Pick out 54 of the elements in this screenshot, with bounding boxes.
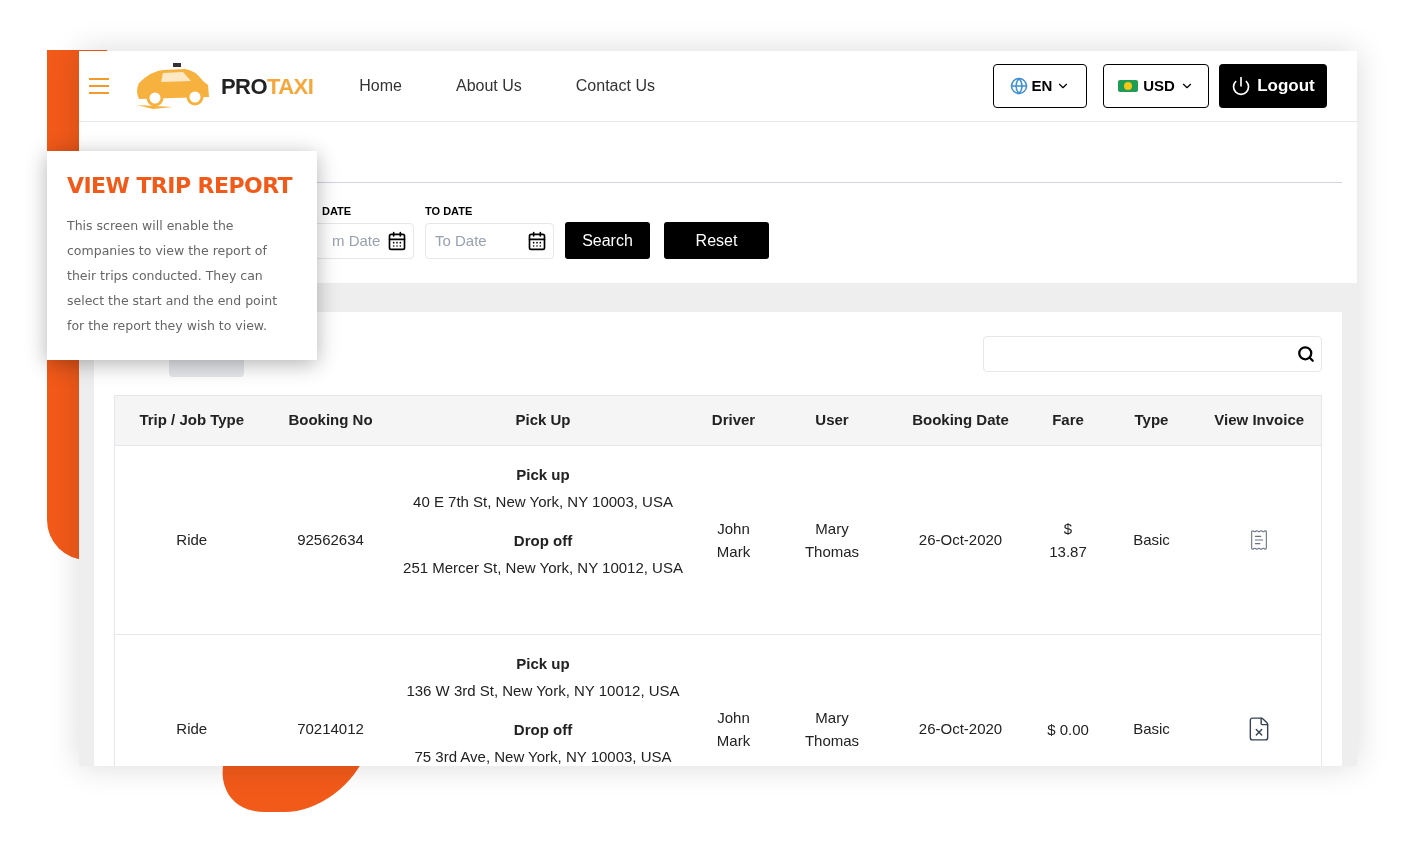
table-cell: 26-Oct-2020 xyxy=(918,530,1003,548)
dropoff-label: Drop off xyxy=(512,531,574,551)
menu-icon[interactable] xyxy=(89,78,109,94)
callout-text: This screen will enable the companies to view the report of their trips conducted. They can select the start and the end point for the report they wish to view. xyxy=(67,217,279,335)
field-label: DATE xyxy=(321,204,353,219)
field-label: TO DATE xyxy=(425,204,474,219)
logout-button[interactable]: Logout xyxy=(1219,64,1327,108)
table-cell: Mary Thomas xyxy=(804,520,860,560)
column-header: Type xyxy=(1134,411,1169,429)
table-cell: Basic xyxy=(1133,530,1170,548)
brand-logo[interactable]: PROTAXI xyxy=(221,69,314,103)
table-cell: Mary Thomas xyxy=(804,709,860,749)
address-text: 40 E 7th St, New York, NY 10003, USA xyxy=(412,492,674,512)
pickup-label: Pick up xyxy=(515,654,571,674)
dropoff-label: Drop off xyxy=(512,720,574,740)
column-header: Fare xyxy=(1052,411,1084,429)
column-header: Pick Up xyxy=(515,411,571,429)
table-cell: 26-Oct-2020 xyxy=(918,719,1003,737)
table-cell: Ride xyxy=(176,530,208,548)
table-cell: John Mark xyxy=(716,520,751,560)
search-button[interactable]: Search xyxy=(565,222,650,259)
search-icon xyxy=(1297,345,1315,363)
table-cell: Ride xyxy=(176,719,208,737)
language-dropdown[interactable]: EN xyxy=(993,64,1087,108)
table-search-field[interactable] xyxy=(983,336,1322,372)
power-icon xyxy=(1231,76,1252,96)
nav-link[interactable]: Contact Us xyxy=(575,74,655,98)
column-header: View Invoice xyxy=(1214,411,1305,429)
banknote-icon xyxy=(1118,80,1139,92)
currency-dropdown[interactable]: USD xyxy=(1103,64,1209,108)
address-text: 75 3rd Ave, New York, NY 10003, USA xyxy=(413,747,673,766)
column-header: Trip / Job Type xyxy=(139,411,245,429)
callout-title: VIEW TRIP REPORT xyxy=(67,172,294,200)
globe-icon xyxy=(1009,77,1028,95)
table-cell: $ 0.00 xyxy=(1047,720,1089,738)
address-text: 136 W 3rd St, New York, NY 10012, USA xyxy=(405,681,681,701)
table-cell: 70214012 xyxy=(297,719,364,737)
placeholder-text: To Date xyxy=(435,230,488,251)
table-cell: John Mark xyxy=(716,709,751,749)
pickup-label: Pick up xyxy=(515,465,571,485)
placeholder-text: m Date xyxy=(332,230,382,251)
column-header: Driver xyxy=(711,411,756,429)
table-cell: Basic xyxy=(1133,719,1170,737)
column-header: Booking No xyxy=(288,411,373,429)
reset-button[interactable]: Reset xyxy=(664,222,769,259)
column-header: Booking Date xyxy=(912,411,1009,429)
nav-link[interactable]: About Us xyxy=(456,74,522,98)
nav-link[interactable]: Home xyxy=(359,74,402,98)
calendar-icon xyxy=(387,231,407,251)
address-text: 251 Mercer St, New York, NY 10012, USA xyxy=(402,558,684,578)
calendar-icon xyxy=(527,231,547,251)
column-header: User xyxy=(815,411,849,429)
table-cell: $ 13.87 xyxy=(1049,520,1087,560)
table-cell: 92562634 xyxy=(297,530,364,548)
